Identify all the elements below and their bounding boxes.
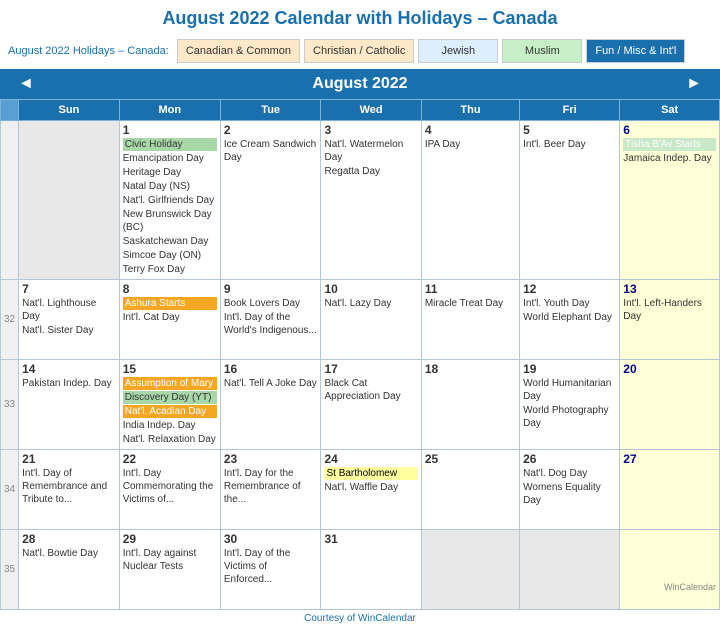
table-row: 35 28 Nat'l. Bowtie Day 29 Int'l. Day ag…	[1, 530, 720, 610]
page-title: August 2022 Calendar with Holidays – Can…	[162, 8, 557, 28]
day-cell-11: 11 Miracle Treat Day	[421, 280, 519, 360]
col-header-wed: Wed	[321, 100, 421, 121]
calendar-table: Sun Mon Tue Wed Thu Fri Sat 1 Civic Holi…	[0, 99, 720, 610]
prev-arrow[interactable]: ◄	[8, 73, 44, 95]
month-title: August 2022	[312, 75, 407, 93]
courtesy-text: Courtesy of WinCalendar	[304, 613, 416, 624]
day-cell-18: 18	[421, 360, 519, 450]
week-num-31	[1, 121, 19, 280]
day-cell-empty	[19, 121, 120, 280]
day-cell-29: 29 Int'l. Day against Nuclear Tests	[119, 530, 220, 610]
filter-christian[interactable]: Christian / Catholic	[304, 39, 414, 63]
day-cell-7: 7 Nat'l. Lighthouse Day Nat'l. Sister Da…	[19, 280, 120, 360]
day-cell-22: 22 Int'l. Day Commemorating the Victims …	[119, 450, 220, 530]
wincal-label: WinCalendar	[623, 532, 716, 592]
filter-jewish[interactable]: Jewish	[418, 39, 498, 63]
day-cell-14: 14 Pakistan Indep. Day	[19, 360, 120, 450]
page-container: August 2022 Calendar with Holidays – Can…	[0, 0, 720, 627]
filter-fun[interactable]: Fun / Misc & Int'l	[586, 39, 685, 63]
col-header-sat: Sat	[620, 100, 720, 121]
day-cell-12: 12 Int'l. Youth Day World Elephant Day	[520, 280, 620, 360]
col-header-thu: Thu	[421, 100, 519, 121]
calendar-nav: ◄ August 2022 ►	[0, 69, 720, 99]
filter-bar: August 2022 Holidays – Canada: Canadian …	[0, 33, 720, 69]
day-cell-25: 25	[421, 450, 519, 530]
day-cell-empty-34: WinCalendar	[620, 530, 720, 610]
table-row: 34 21 Int'l. Day of Remembrance and Trib…	[1, 450, 720, 530]
col-header-mon: Mon	[119, 100, 220, 121]
day-cell-2: 2 Ice Cream Sandwich Day	[220, 121, 321, 280]
next-arrow[interactable]: ►	[676, 73, 712, 95]
table-row: 33 14 Pakistan Indep. Day 15 Assumption …	[1, 360, 720, 450]
day-cell-28: 28 Nat'l. Bowtie Day	[19, 530, 120, 610]
day-cell-8: 8 Ashura Starts Int'l. Cat Day	[119, 280, 220, 360]
courtesy-bar: Courtesy of WinCalendar	[0, 610, 720, 627]
day-cell-19: 19 World Humanitarian Day World Photogra…	[520, 360, 620, 450]
day-cell-17: 17 Black Cat Appreciation Day	[321, 360, 421, 450]
col-header-empty	[1, 100, 19, 121]
day-cell-21: 21 Int'l. Day of Remembrance and Tribute…	[19, 450, 120, 530]
day-cell-16: 16 Nat'l. Tell A Joke Day	[220, 360, 321, 450]
day-cell-15: 15 Assumption of Mary Discovery Day (YT)…	[119, 360, 220, 450]
filter-label: August 2022 Holidays – Canada:	[8, 45, 169, 57]
week-num-34: 34	[1, 450, 19, 530]
day-cell-4: 4 IPA Day	[421, 121, 519, 280]
day-cell-empty-32	[421, 530, 519, 610]
day-cell-1: 1 Civic Holiday Emancipation Day Heritag…	[119, 121, 220, 280]
day-cell-23: 23 Int'l. Day for the Remembrance of the…	[220, 450, 321, 530]
filter-muslim[interactable]: Muslim	[502, 39, 582, 63]
week-num-35: 35	[1, 530, 19, 610]
col-header-sun: Sun	[19, 100, 120, 121]
filter-canadian[interactable]: Canadian & Common	[177, 39, 300, 63]
week-num-33: 33	[1, 360, 19, 450]
day-cell-24: 24 St Bartholomew Nat'l. Waffle Day	[321, 450, 421, 530]
day-cell-20: 20	[620, 360, 720, 450]
day-cell-5: 5 Int'l. Beer Day	[520, 121, 620, 280]
page-header: August 2022 Calendar with Holidays – Can…	[0, 0, 720, 33]
day-cell-10: 10 Nat'l. Lazy Day	[321, 280, 421, 360]
col-header-tue: Tue	[220, 100, 321, 121]
day-cell-empty-33	[520, 530, 620, 610]
col-header-fri: Fri	[520, 100, 620, 121]
day-cell-3: 3 Nat'l. Watermelon Day Regatta Day	[321, 121, 421, 280]
day-cell-13: 13 Int'l. Left-Handers Day	[620, 280, 720, 360]
day-cell-27: 27	[620, 450, 720, 530]
table-row: 32 7 Nat'l. Lighthouse Day Nat'l. Sister…	[1, 280, 720, 360]
week-num-32: 32	[1, 280, 19, 360]
day-cell-9: 9 Book Lovers Day Int'l. Day of the Worl…	[220, 280, 321, 360]
day-cell-26: 26 Nat'l. Dog Day Womens Equality Day	[520, 450, 620, 530]
day-cell-31: 31	[321, 530, 421, 610]
table-row: 1 Civic Holiday Emancipation Day Heritag…	[1, 121, 720, 280]
day-cell-6: 6 Tisha B'Av Starts Jamaica Indep. Day	[620, 121, 720, 280]
day-cell-30: 30 Int'l. Day of the Victims of Enforced…	[220, 530, 321, 610]
